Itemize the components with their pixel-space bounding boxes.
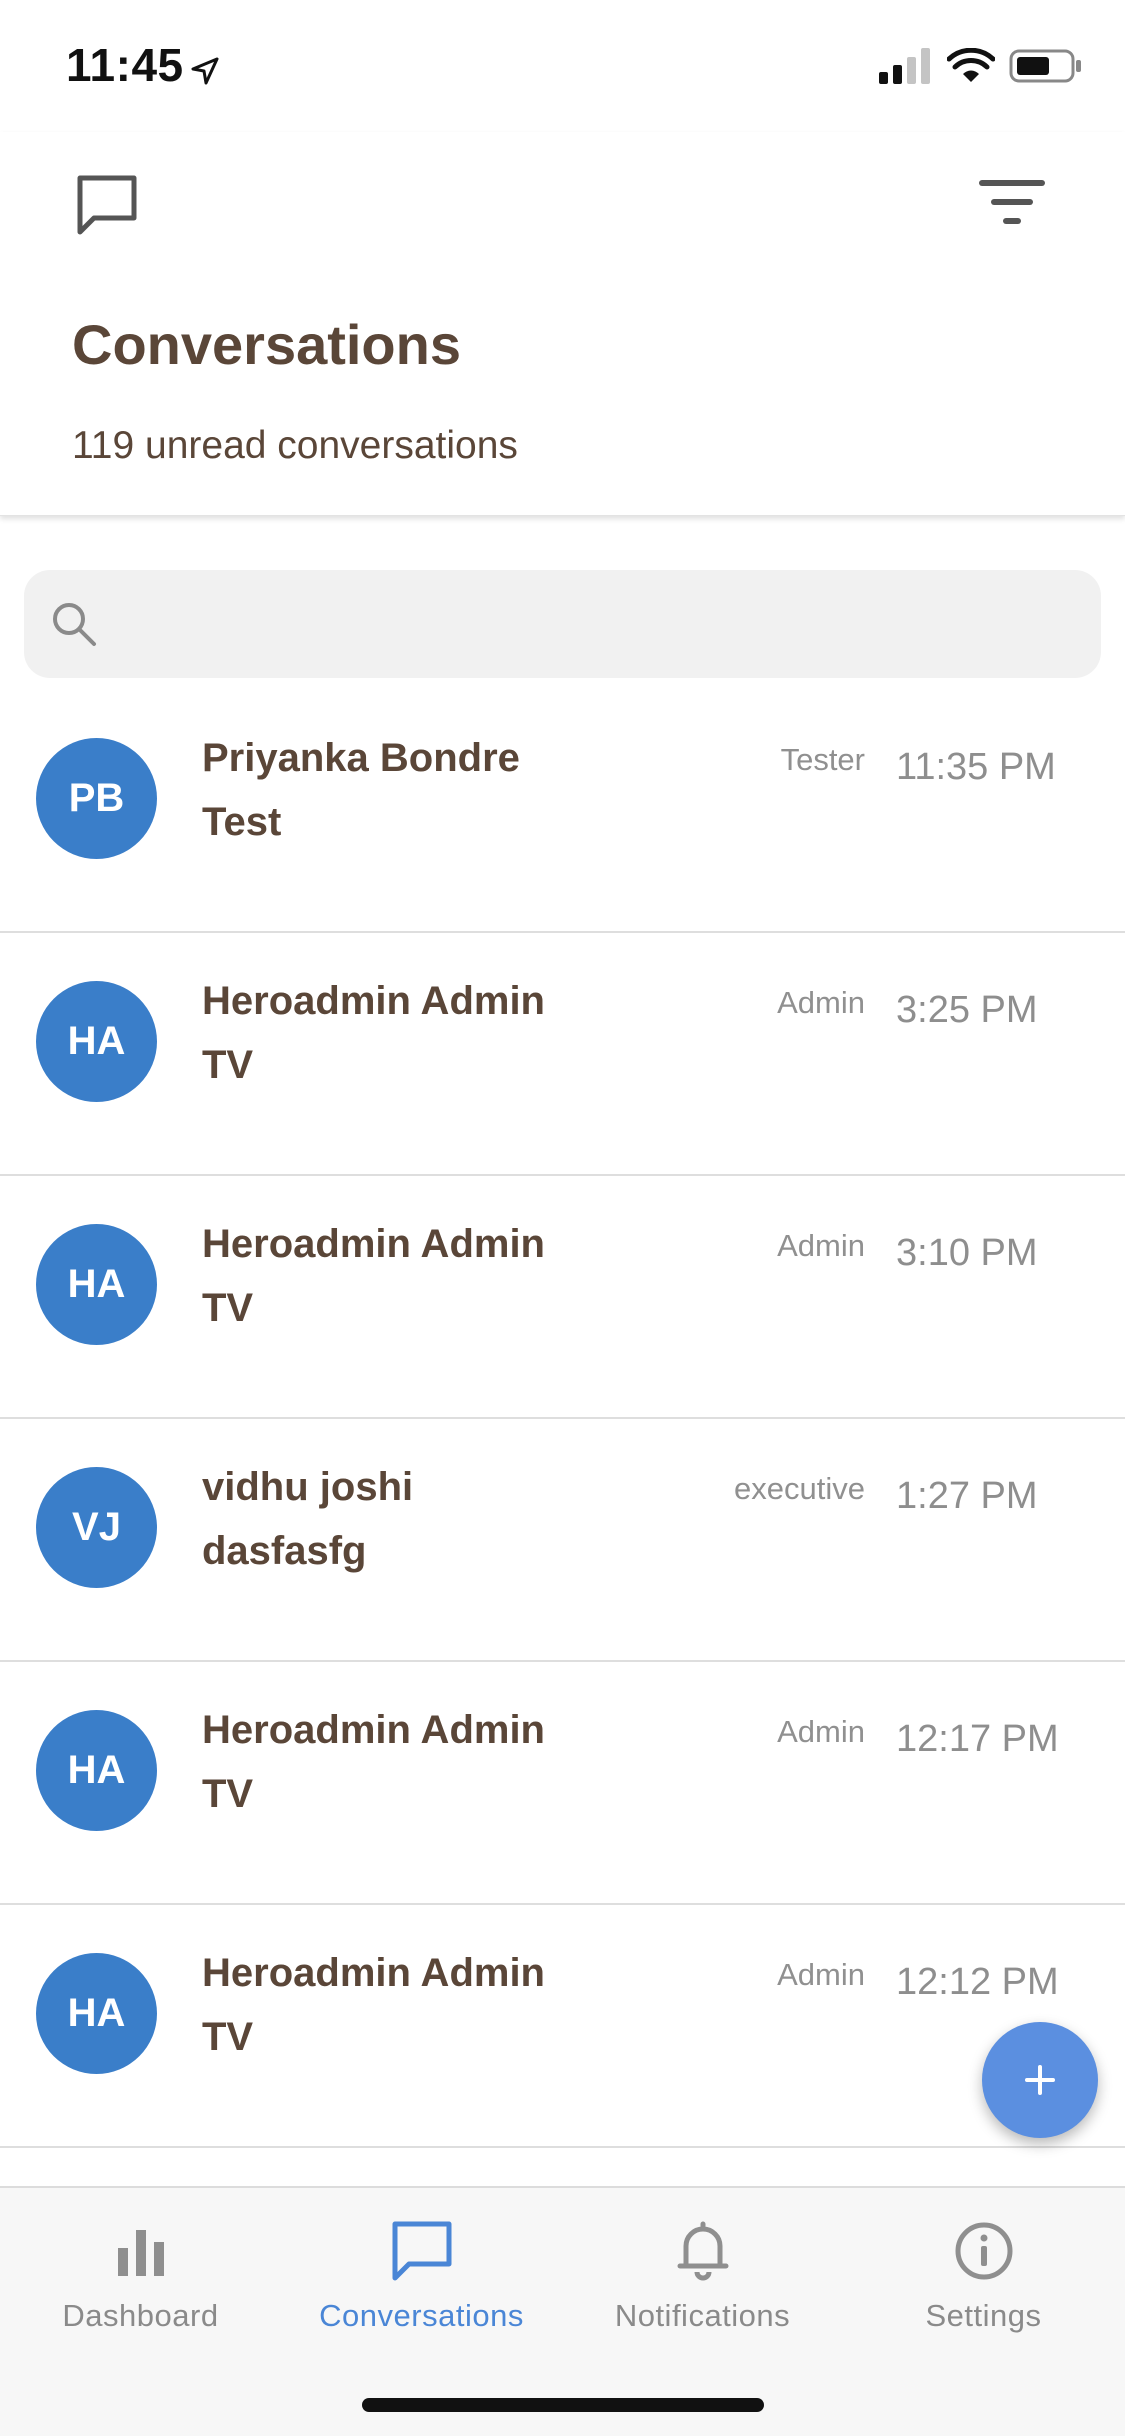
conversation-item[interactable]: HA Heroadmin Admin TV Admin 12:17 PM — [0, 1662, 1125, 1905]
conversation-item[interactable]: HA Heroadmin Admin TV Admin 3:10 PM — [0, 1176, 1125, 1419]
contact-role: executive — [734, 1471, 865, 1506]
last-message: TV — [202, 1043, 254, 1087]
avatar: PB — [36, 738, 157, 859]
unread-count: 119 unread conversations — [72, 424, 518, 467]
message-time: 12:12 PM — [896, 1961, 1059, 2003]
tab-label: Settings — [925, 2298, 1042, 2333]
search-bar[interactable] — [24, 570, 1101, 678]
avatar: HA — [36, 981, 157, 1102]
header: Conversations 119 unread conversations — [0, 132, 1125, 516]
contact-name: Heroadmin Admin — [202, 1708, 545, 1752]
tab-label: Dashboard — [62, 2298, 219, 2333]
info-icon — [955, 2222, 1012, 2280]
tab-label: Conversations — [319, 2298, 524, 2333]
tab-conversations[interactable]: Conversations — [281, 2188, 562, 2358]
conversation-item[interactable]: HA Heroadmin Admin TV Admin 3:25 PM — [0, 933, 1125, 1176]
last-message: dasfasfg — [202, 1529, 367, 1573]
last-message: TV — [202, 2015, 254, 2059]
status-time: 11:45 — [66, 39, 184, 91]
conversation-item[interactable]: HA Heroadmin Admin TV Admin 12:12 PM — [0, 1905, 1125, 2148]
conversation-item[interactable]: PB Priyanka Bondre Test Tester 11:35 PM — [0, 690, 1125, 933]
new-conversation-button[interactable] — [982, 2022, 1098, 2138]
cellular-signal-icon — [879, 48, 930, 84]
message-time: 12:17 PM — [896, 1718, 1059, 1760]
tab-label: Notifications — [614, 2298, 791, 2333]
battery-icon — [1009, 49, 1081, 83]
contact-name: Heroadmin Admin — [202, 1222, 545, 1266]
chat-bubble-icon — [77, 175, 137, 235]
avatar: HA — [36, 1710, 157, 1831]
filter-icon — [979, 180, 1045, 224]
message-time: 3:10 PM — [896, 1232, 1038, 1274]
plus-icon — [1025, 2065, 1055, 2095]
contact-name: Heroadmin Admin — [202, 979, 545, 1023]
search-input[interactable] — [120, 588, 1070, 660]
tab-settings[interactable]: Settings — [843, 2188, 1124, 2358]
contact-role: Admin — [777, 1228, 865, 1263]
message-time: 3:25 PM — [896, 989, 1038, 1031]
home-indicator — [362, 2398, 764, 2412]
contact-role: Admin — [777, 1714, 865, 1749]
last-message: Test — [202, 800, 282, 844]
filter-button[interactable] — [977, 172, 1047, 232]
contact-role: Tester — [780, 742, 865, 777]
bell-icon — [677, 2221, 728, 2281]
contact-name: Priyanka Bondre — [202, 736, 520, 780]
bar-chart-icon — [117, 2230, 164, 2276]
avatar: HA — [36, 1224, 157, 1345]
status-bar: 11:45 — [0, 0, 1125, 132]
search-icon — [53, 603, 96, 646]
conversation-list: PB Priyanka Bondre Test Tester 11:35 PM … — [0, 690, 1125, 2148]
status-icons — [879, 48, 1083, 84]
location-arrow-icon — [191, 57, 219, 85]
last-message: TV — [202, 1286, 254, 1330]
tab-notifications[interactable]: Notifications — [562, 2188, 843, 2358]
contact-role: Admin — [777, 1957, 865, 1992]
message-time: 1:27 PM — [896, 1475, 1038, 1517]
avatar: HA — [36, 1953, 157, 2074]
contact-name: vidhu joshi — [202, 1465, 414, 1509]
new-chat-button[interactable] — [72, 170, 142, 240]
tab-dashboard[interactable]: Dashboard — [0, 2188, 281, 2358]
contact-name: Heroadmin Admin — [202, 1951, 545, 1995]
conversation-item[interactable]: VJ vidhu joshi dasfasfg executive 1:27 P… — [0, 1419, 1125, 1662]
page-title: Conversations — [72, 313, 461, 376]
message-time: 11:35 PM — [896, 746, 1056, 788]
last-message: TV — [202, 1772, 254, 1816]
avatar: VJ — [36, 1467, 157, 1588]
wifi-icon — [947, 48, 995, 82]
contact-role: Admin — [777, 985, 865, 1020]
chat-bubble-icon — [392, 2221, 451, 2281]
conversations-screen: 11:45 Conversations 119 unread conversat… — [0, 0, 1125, 2436]
